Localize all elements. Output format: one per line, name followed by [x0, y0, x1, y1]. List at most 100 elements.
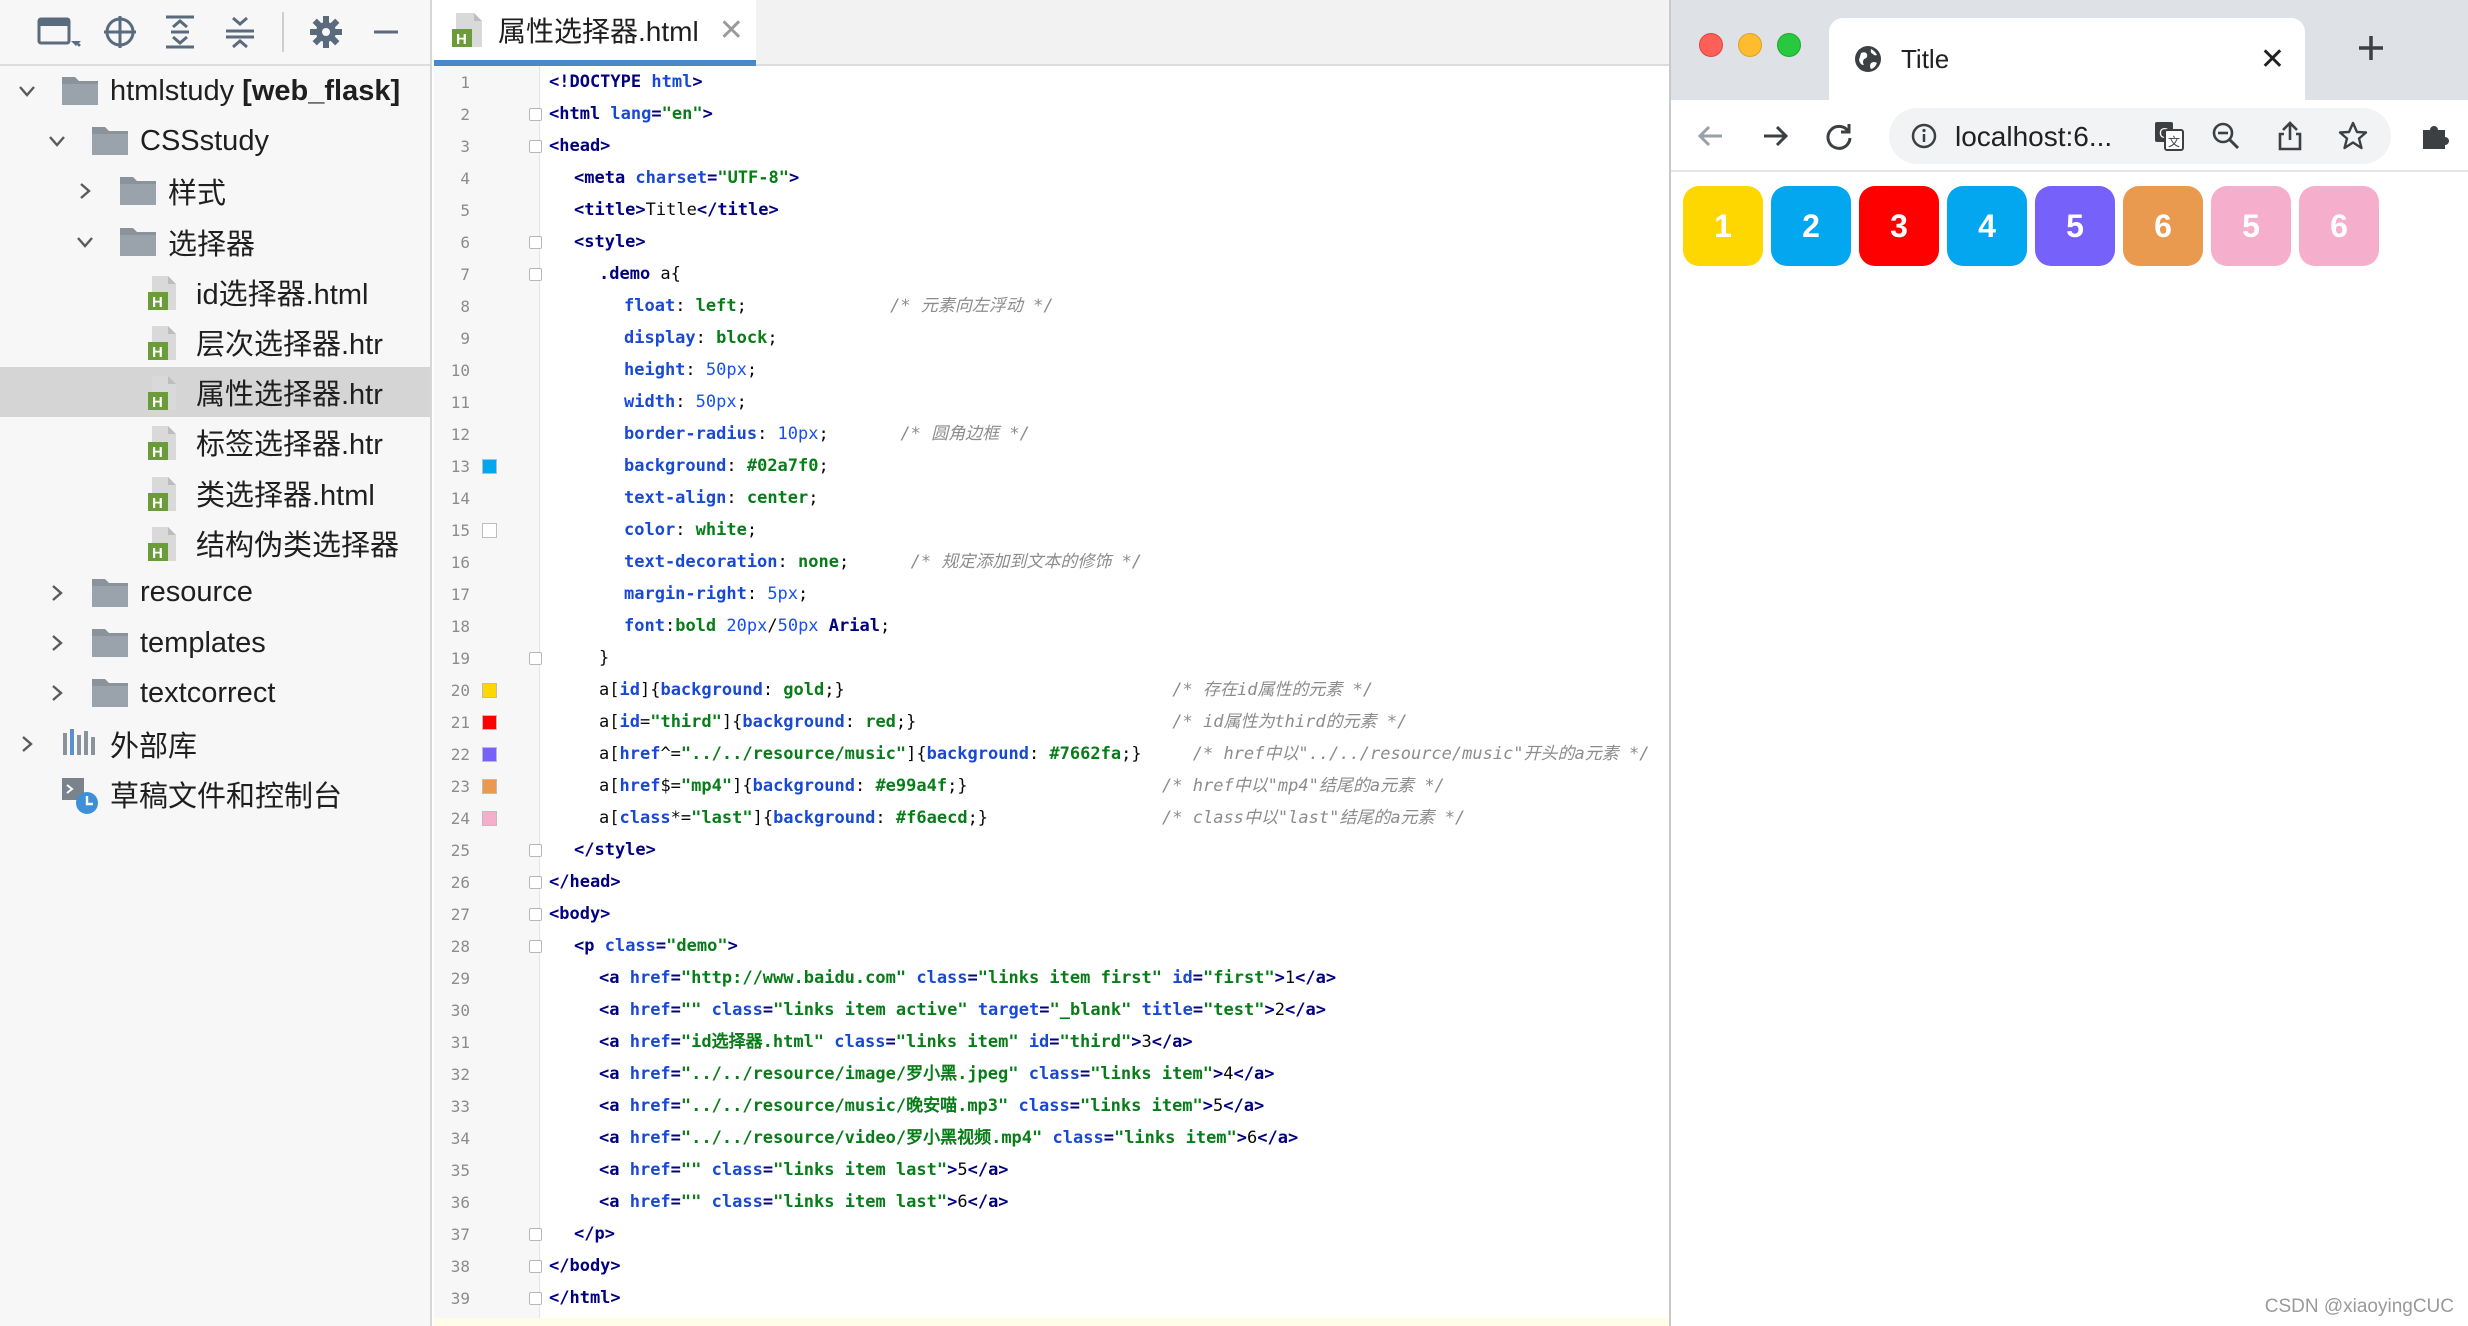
line-number: 12 — [450, 425, 470, 444]
editor-tab[interactable]: H 属性选择器.html ✕ — [434, 0, 756, 66]
color-swatch[interactable] — [482, 459, 497, 474]
tree-item[interactable]: 草稿文件和控制台 — [0, 769, 430, 819]
code-token: : — [695, 328, 717, 348]
demo-link-1[interactable]: 1 — [1683, 186, 1763, 266]
chevron-right-icon[interactable] — [42, 628, 72, 658]
color-swatch[interactable] — [482, 683, 497, 698]
chevron-right-icon[interactable] — [70, 176, 100, 206]
tree-item[interactable]: 外部库 — [0, 718, 430, 768]
tree-item[interactable]: Hid选择器.html — [0, 267, 430, 317]
fold-marker-icon[interactable] — [529, 876, 542, 889]
code-token: > — [1264, 1000, 1275, 1020]
tree-item[interactable]: 选择器 — [0, 217, 430, 267]
chevron-down-icon[interactable] — [12, 76, 42, 106]
line-number: 20 — [450, 681, 470, 700]
code-token: = — [1079, 1064, 1091, 1084]
back-arrow-icon[interactable] — [1689, 114, 1733, 158]
color-swatch[interactable] — [482, 747, 497, 762]
tree-item[interactable]: textcorrect — [0, 668, 430, 718]
tree-item[interactable]: templates — [0, 618, 430, 668]
fold-marker-icon[interactable] — [529, 268, 542, 281]
zoom-out-icon[interactable] — [2211, 121, 2241, 151]
demo-link-8[interactable]: 6 — [2299, 186, 2379, 266]
code-token: ;} — [967, 808, 1163, 828]
chevron-right-icon[interactable] — [12, 729, 42, 759]
tree-item[interactable]: H 标签选择器.htr — [0, 417, 430, 467]
demo-link-6[interactable]: 6 — [2123, 186, 2203, 266]
collapse-all-icon[interactable] — [210, 2, 270, 62]
url-text: localhost:6... — [1955, 121, 2113, 152]
hide-panel-icon[interactable] — [356, 2, 416, 62]
line-number: 24 — [450, 809, 470, 828]
tree-item[interactable]: 样式 — [0, 166, 430, 216]
fold-marker-icon[interactable] — [529, 140, 542, 153]
project-view-selector-icon[interactable] — [30, 2, 90, 62]
fold-marker-icon[interactable] — [529, 108, 542, 121]
tree-item[interactable]: resource — [0, 568, 430, 618]
code-line: font:bold 20px/50px Arial; — [624, 610, 890, 642]
code-token: lang — [610, 104, 652, 124]
code-line: <title>Title</title> — [574, 194, 779, 226]
close-window-button[interactable] — [1699, 33, 1723, 57]
minimize-window-button[interactable] — [1738, 33, 1762, 57]
demo-link-2[interactable]: 2 — [1771, 186, 1851, 266]
demo-link-4[interactable]: 4 — [1947, 186, 2027, 266]
line-number: 27 — [450, 905, 470, 924]
tree-item[interactable]: H 属性选择器.htr — [0, 367, 430, 418]
html-file-icon: H — [146, 324, 186, 361]
chevron-right-icon[interactable] — [42, 578, 72, 608]
tree-item[interactable]: H 层次选择器.htr — [0, 317, 430, 367]
chevron-down-icon[interactable] — [42, 126, 72, 156]
fold-marker-icon[interactable] — [529, 940, 542, 953]
fold-marker-icon[interactable] — [529, 1292, 542, 1305]
fold-marker-icon[interactable] — [529, 652, 542, 665]
fold-marker-icon[interactable] — [529, 1228, 542, 1241]
maximize-window-button[interactable] — [1777, 33, 1801, 57]
translate-icon[interactable]: G文 — [2153, 120, 2185, 152]
browser-tab[interactable]: Title ✕ — [1829, 18, 2305, 100]
new-tab-button[interactable] — [2349, 26, 2393, 70]
code-token: <p — [574, 936, 605, 956]
tree-item[interactable]: CSSstudy — [0, 116, 430, 166]
tree-item[interactable]: H 结构伪类选择器 — [0, 518, 430, 568]
color-swatch[interactable] — [482, 715, 497, 730]
fold-marker-icon[interactable] — [529, 908, 542, 921]
tree-item[interactable]: H 类选择器.html — [0, 468, 430, 518]
html-file-icon: H — [146, 424, 186, 461]
line-number: 16 — [450, 553, 470, 572]
fold-marker-icon[interactable] — [529, 844, 542, 857]
code-token: 3 — [1141, 1032, 1152, 1052]
close-icon[interactable]: ✕ — [719, 13, 744, 48]
line-number: 15 — [450, 521, 470, 540]
close-tab-icon[interactable]: ✕ — [2260, 42, 2285, 77]
reload-icon[interactable] — [1817, 114, 1861, 158]
forward-arrow-icon[interactable] — [1753, 114, 1797, 158]
gear-icon[interactable] — [296, 2, 356, 62]
demo-link-3[interactable]: 3 — [1859, 186, 1939, 266]
locate-target-icon[interactable] — [90, 2, 150, 62]
color-swatch[interactable] — [482, 811, 497, 826]
code-line: a[id]{background: gold;} /* 存在id属性的元素 */ — [599, 674, 1373, 706]
code-token: "last" — [691, 808, 753, 828]
line-number: 2 — [460, 105, 470, 124]
code-token: = — [1049, 1032, 1060, 1052]
demo-link-7[interactable]: 5 — [2211, 186, 2291, 266]
address-bar[interactable]: localhost:6... G文 — [1889, 108, 2391, 164]
code-token: class — [1028, 1064, 1080, 1084]
demo-link-5[interactable]: 5 — [2035, 186, 2115, 266]
fold-marker-icon[interactable] — [529, 1260, 542, 1273]
bookmark-star-icon[interactable] — [2337, 120, 2369, 152]
code-line: a[href^="../../resource/music"]{backgrou… — [599, 738, 1650, 770]
color-swatch[interactable] — [482, 523, 497, 538]
expand-all-icon[interactable] — [150, 2, 210, 62]
code-token: margin-right — [624, 584, 747, 604]
fold-marker-icon[interactable] — [529, 236, 542, 249]
share-icon[interactable] — [2275, 120, 2305, 152]
color-swatch[interactable] — [482, 779, 497, 794]
tree-item[interactable]: htmlstudy [web_flask] — [0, 66, 430, 116]
chevron-right-icon[interactable] — [42, 678, 72, 708]
info-icon[interactable] — [1911, 123, 1937, 149]
code-token: <a — [599, 1064, 630, 1084]
extensions-puzzle-icon[interactable] — [2413, 114, 2457, 158]
chevron-down-icon[interactable] — [70, 227, 100, 257]
